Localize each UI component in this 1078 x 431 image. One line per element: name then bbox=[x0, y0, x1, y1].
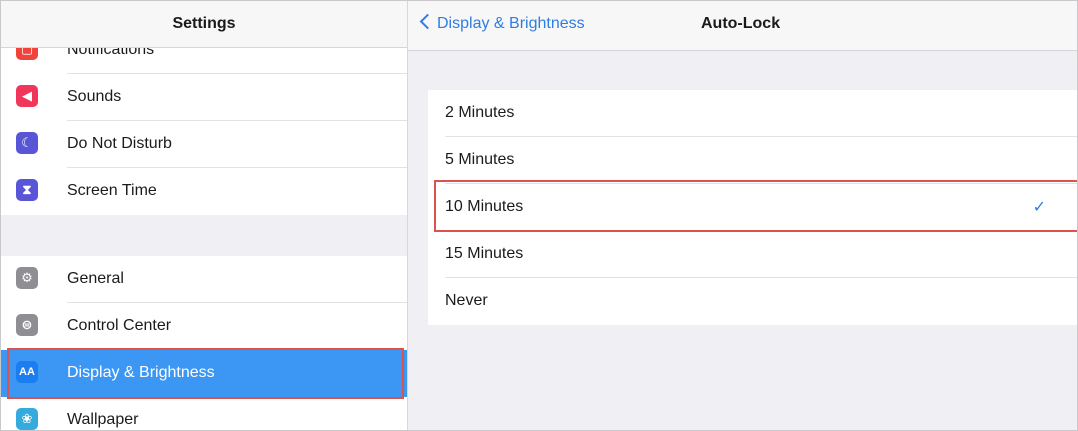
window: Settings ▢ Notifications ◀ Sounds ☾ Do N… bbox=[0, 0, 1078, 431]
option-5-minutes[interactable]: 5 Minutes bbox=[428, 137, 1077, 184]
option-highlight-box bbox=[434, 180, 1077, 232]
selection-highlight-box bbox=[7, 348, 404, 399]
gear-icon: ⚙ bbox=[16, 267, 38, 289]
sidebar-group-1: ▢ Notifications ◀ Sounds ☾ Do Not Distur… bbox=[1, 27, 407, 215]
sidebar-item-wallpaper[interactable]: ❀ Wallpaper bbox=[1, 397, 407, 430]
sidebar-item-sounds[interactable]: ◀ Sounds bbox=[1, 74, 407, 121]
moon-icon: ☾ bbox=[16, 132, 38, 154]
detail-header: Display & Brightness Auto-Lock bbox=[408, 1, 1077, 51]
option-label: Never bbox=[445, 292, 488, 309]
option-never[interactable]: Never bbox=[428, 278, 1077, 325]
toggles-icon: ⊜ bbox=[16, 314, 38, 336]
back-button[interactable]: Display & Brightness bbox=[419, 13, 585, 33]
sidebar-item-screen-time[interactable]: ⧗ Screen Time bbox=[1, 168, 407, 215]
sidebar-item-label: Wallpaper bbox=[67, 411, 139, 428]
settings-sidebar: Settings ▢ Notifications ◀ Sounds ☾ Do N… bbox=[1, 1, 408, 430]
option-15-minutes[interactable]: 15 Minutes bbox=[428, 231, 1077, 278]
option-label: 2 Minutes bbox=[445, 104, 515, 121]
sidebar-group-2: ⚙ General ⊜ Control Center AA Display & … bbox=[1, 256, 407, 430]
page-title: Auto-Lock bbox=[701, 15, 781, 32]
flower-icon: ❀ bbox=[16, 408, 38, 430]
sidebar-item-label: Do Not Disturb bbox=[67, 135, 172, 152]
sidebar-item-label: General bbox=[67, 270, 124, 287]
option-label: 5 Minutes bbox=[445, 151, 515, 168]
sidebar-item-label: Screen Time bbox=[67, 182, 157, 199]
sidebar-item-general[interactable]: ⚙ General bbox=[1, 256, 407, 303]
sidebar-header: Settings bbox=[1, 1, 407, 48]
speaker-icon: ◀ bbox=[16, 85, 38, 107]
sidebar-title: Settings bbox=[172, 15, 236, 32]
option-2-minutes[interactable]: 2 Minutes bbox=[428, 90, 1077, 137]
option-label: 15 Minutes bbox=[445, 245, 524, 262]
chevron-left-icon bbox=[419, 13, 436, 30]
sidebar-item-do-not-disturb[interactable]: ☾ Do Not Disturb bbox=[1, 121, 407, 168]
hourglass-icon: ⧗ bbox=[16, 179, 38, 201]
sidebar-item-control-center[interactable]: ⊜ Control Center bbox=[1, 303, 407, 350]
sidebar-item-label: Sounds bbox=[67, 88, 122, 105]
auto-lock-pane: Display & Brightness Auto-Lock 2 Minutes… bbox=[408, 1, 1077, 430]
sidebar-item-label: Control Center bbox=[67, 317, 172, 334]
back-button-label: Display & Brightness bbox=[437, 15, 585, 32]
